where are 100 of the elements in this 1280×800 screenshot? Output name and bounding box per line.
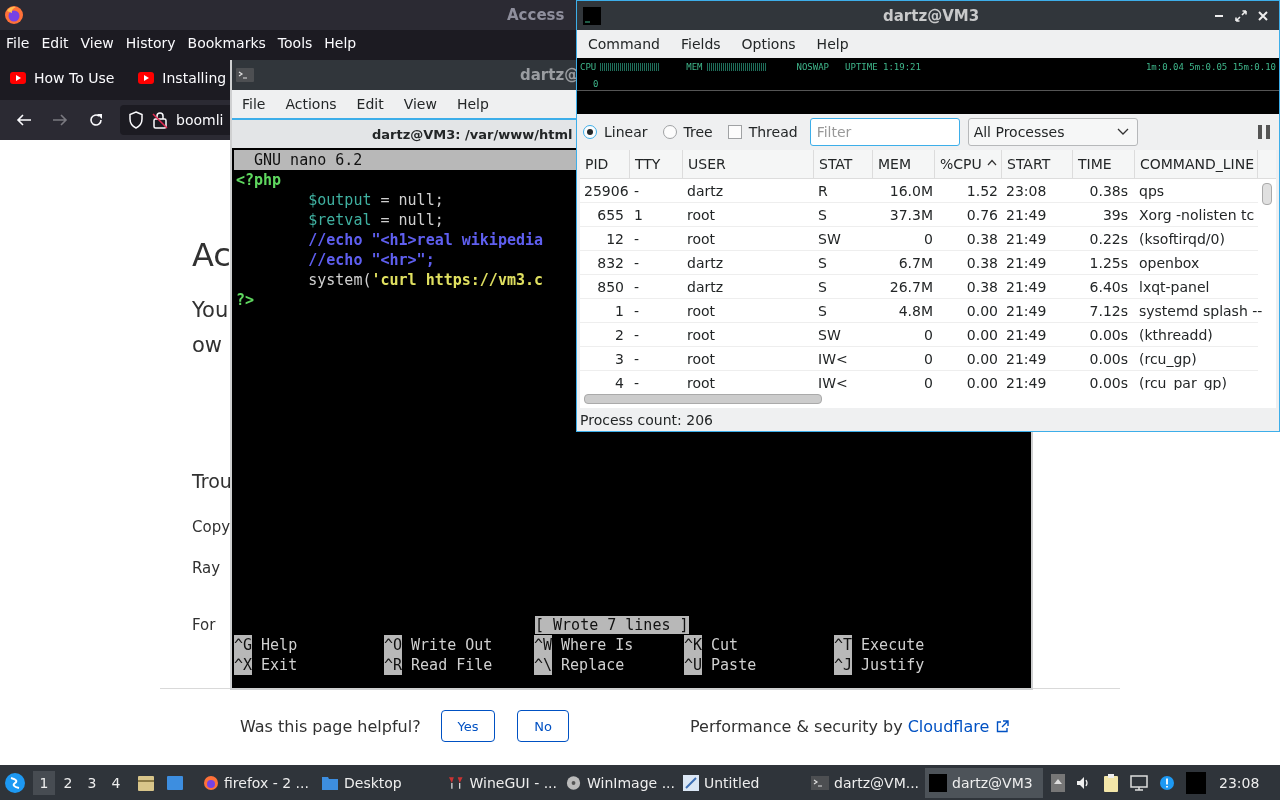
code-line: <?php (235, 170, 282, 190)
process-scope-dropdown[interactable]: All Processes (967, 118, 1138, 146)
shortcut-label: Execute (861, 635, 925, 655)
feedback-button[interactable]: No (517, 710, 569, 742)
column-header[interactable]: USER (683, 150, 814, 178)
menu-item[interactable]: Edit (41, 34, 69, 51)
scrollbar-thumb[interactable] (1262, 183, 1272, 205)
status-message: [ Wrote 7 lines ] (535, 616, 689, 634)
menu-item[interactable]: Help (324, 34, 357, 51)
taskbar-button[interactable]: Untitled (679, 767, 797, 798)
cloudflare-link[interactable]: Cloudflare (907, 716, 990, 736)
file-cabinet-icon[interactable] (137, 773, 155, 792)
menu-item[interactable]: Bookmarks (187, 34, 266, 51)
taskbar-button[interactable]: dartz@VM3 (925, 767, 1043, 798)
workspace-button[interactable]: 2 (57, 770, 79, 795)
menu-item[interactable]: View (403, 96, 437, 112)
menu-item[interactable]: File (242, 96, 266, 112)
taskbar-button[interactable]: Desktop (317, 767, 435, 798)
menu-item[interactable]: Tools (277, 34, 313, 51)
load-average-text: 1m:0.04 5m:0.05 15m:0.10 (1145, 62, 1276, 72)
upload-icon[interactable] (1051, 773, 1065, 792)
table-cell-text: - (633, 254, 641, 271)
play-icon (138, 71, 155, 84)
feedback-button[interactable]: Yes (441, 710, 495, 742)
taskbar-button[interactable]: dartz@VM... (807, 767, 925, 798)
menu-item[interactable]: Edit (356, 96, 384, 112)
reload-icon[interactable] (88, 112, 104, 128)
back-icon[interactable] (16, 112, 32, 128)
column-header[interactable]: STAT (814, 150, 873, 178)
menu-item[interactable]: Fields (680, 36, 721, 52)
thread-checkbox[interactable]: Thread (727, 124, 798, 140)
table-cell-text: - (633, 278, 641, 295)
maximize-icon[interactable] (1235, 9, 1247, 22)
shortcut-key: ^U (684, 655, 703, 675)
shortcut-label: Write Out (411, 635, 493, 655)
info-icon[interactable] (1159, 774, 1175, 791)
column-header[interactable]: COMMAND_LINE (1135, 150, 1258, 178)
table-cell-text: 21:49 (1005, 230, 1048, 247)
table-cell-text: 0.00s (1088, 374, 1129, 390)
desktop-icon[interactable] (166, 773, 184, 792)
table-cell-text: 0.00 (965, 302, 999, 319)
column-header[interactable]: TTY (630, 150, 683, 178)
address-field[interactable]: boomli (120, 105, 230, 135)
column-header[interactable]: %CPU (935, 150, 1002, 178)
browser-tab[interactable]: How To Use (10, 69, 115, 86)
menu-item[interactable]: History (125, 34, 176, 51)
table-cell-text: 0 (923, 230, 934, 247)
table-cell-text: (ksoftirqd/0) (1138, 230, 1226, 247)
menu-item[interactable]: Options (741, 36, 796, 52)
table-cell-text: 0 (923, 350, 934, 367)
meter-label: CPU (580, 62, 597, 72)
forward-icon[interactable] (52, 112, 68, 128)
close-icon[interactable] (1257, 9, 1269, 22)
table-cell-text: 1 (633, 206, 644, 223)
shortcut-key: ^W (534, 635, 553, 655)
column-header[interactable]: PID (580, 150, 630, 178)
clipboard-icon[interactable] (1103, 773, 1119, 792)
sort-ascending-icon (987, 159, 997, 166)
menu-item[interactable]: Actions (285, 96, 337, 112)
taskbar-button[interactable]: WinImage ... (561, 767, 679, 798)
table-cell-text: - (633, 326, 641, 343)
view-radio[interactable]: Tree (662, 124, 713, 140)
menu-item[interactable]: View (80, 34, 114, 51)
window-title: Access (507, 6, 565, 24)
table-cell-text: 21:49 (1005, 350, 1048, 367)
code-line: //echo "<hr>"; (307, 250, 435, 270)
column-header[interactable]: START (1002, 150, 1073, 178)
workspace-button[interactable]: 1 (33, 770, 55, 795)
shortcut-key: ^T (834, 635, 853, 655)
meter-label: MEM (686, 62, 703, 72)
view-radio[interactable]: Linear (583, 124, 648, 140)
menu-item[interactable]: Command (588, 36, 660, 52)
table-cell-text: 23:08 (1005, 182, 1048, 199)
table-cell-text: S (817, 206, 828, 223)
start-menu-icon[interactable] (4, 771, 26, 794)
scrollbar-thumb[interactable] (584, 394, 822, 404)
status-text: Process count: 206 (579, 410, 714, 430)
workspace-button[interactable]: 3 (81, 770, 103, 795)
intro-text: ow (192, 332, 223, 359)
taskbar-button[interactable]: firefox - 2 ... (199, 767, 317, 798)
code-line: $output = null; (307, 190, 444, 210)
code-line: //echo "<h1>real wikipedia (307, 230, 544, 250)
pause-icon[interactable] (1258, 125, 1270, 139)
menu-item[interactable]: File (6, 34, 30, 51)
table-cell-text: 16.0M (888, 182, 934, 199)
intro-text: You (192, 297, 229, 324)
table-cell-text: SW (817, 326, 842, 343)
shortcut-key: ^O (384, 635, 403, 655)
taskbar-button[interactable]: WineGUI - ... (443, 767, 561, 798)
workspace-button[interactable]: 4 (105, 770, 127, 795)
shortcut-key: ^K (684, 635, 703, 655)
menu-item[interactable]: Help (816, 36, 849, 52)
browser-tab[interactable]: Installing (138, 69, 227, 86)
column-header[interactable]: MEM (873, 150, 935, 178)
menu-item[interactable]: Help (456, 96, 489, 112)
filter-field[interactable]: Filter (809, 118, 960, 146)
dropdown-caret-icon (1116, 128, 1129, 136)
table-cell-text: 0.00 (965, 350, 999, 367)
shortcut-key: ^J (834, 655, 853, 675)
column-header[interactable]: TIME (1073, 150, 1135, 178)
